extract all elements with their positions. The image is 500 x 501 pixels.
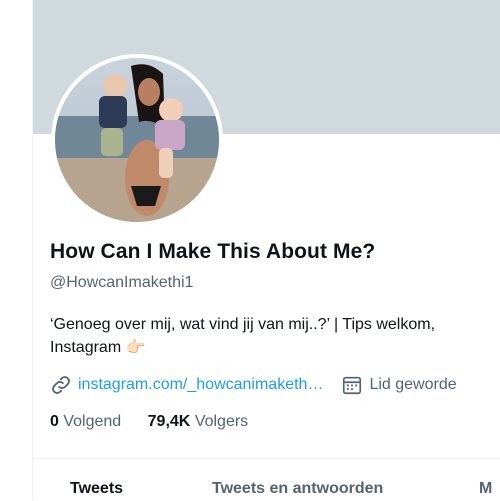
profile-website-link[interactable]: instagram.com/_howcanimaketh… [78, 376, 323, 394]
following-label: Volgend [63, 413, 122, 430]
joined-text: Lid geworde [369, 376, 457, 393]
followers-count: 79,4K [147, 413, 191, 430]
joined-date: Lid geworde [341, 374, 457, 396]
display-name: How Can I Make This About Me? [50, 240, 376, 263]
profile-tabs: Tweets Tweets en antwoorden M [33, 458, 500, 501]
profile-meta: instagram.com/_howcanimaketh… Lid geword… [50, 374, 457, 396]
followers-link[interactable]: 79,4K Volgers [148, 413, 249, 430]
tab-media[interactable]: M [479, 480, 492, 498]
pointing-hand-emoji: 👉🏻 [125, 339, 146, 356]
bio-instagram-text: Instagram [50, 339, 122, 356]
profile-avatar[interactable] [51, 54, 223, 226]
bio-line-1: ‘Genoeg over mij, wat vind jij van mij..… [50, 316, 436, 333]
profile-bio: ‘Genoeg over mij, wat vind jij van mij..… [50, 313, 500, 359]
profile-stats: 0 Volgend 79,4K Volgers [50, 413, 270, 431]
link-icon [50, 374, 72, 396]
following-count: 0 [50, 413, 59, 430]
tab-tweets[interactable]: Tweets [70, 480, 123, 498]
following-link[interactable]: 0 Volgend [50, 413, 126, 430]
tab-tweets-and-replies[interactable]: Tweets en antwoorden [212, 480, 383, 498]
calendar-icon [341, 374, 363, 396]
user-handle: @HowcanImakethi1 [50, 274, 194, 291]
bio-line-2: Instagram 👉🏻 [50, 336, 500, 359]
followers-label: Volgers [194, 413, 249, 430]
